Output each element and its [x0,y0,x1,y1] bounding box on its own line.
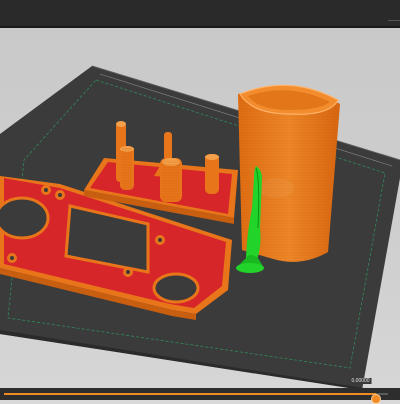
3d-viewport[interactable] [0,28,400,388]
toolbar-corner [388,20,400,27]
slider-thumb[interactable] [371,394,381,404]
slider-rail [4,393,388,404]
slider-fill [4,393,376,395]
top-toolbar [0,0,400,26]
print-bed-scene [0,65,400,388]
layer-slider[interactable]: 0.00000 [0,378,400,404]
layer-value-label: 0.00000 [349,378,372,384]
